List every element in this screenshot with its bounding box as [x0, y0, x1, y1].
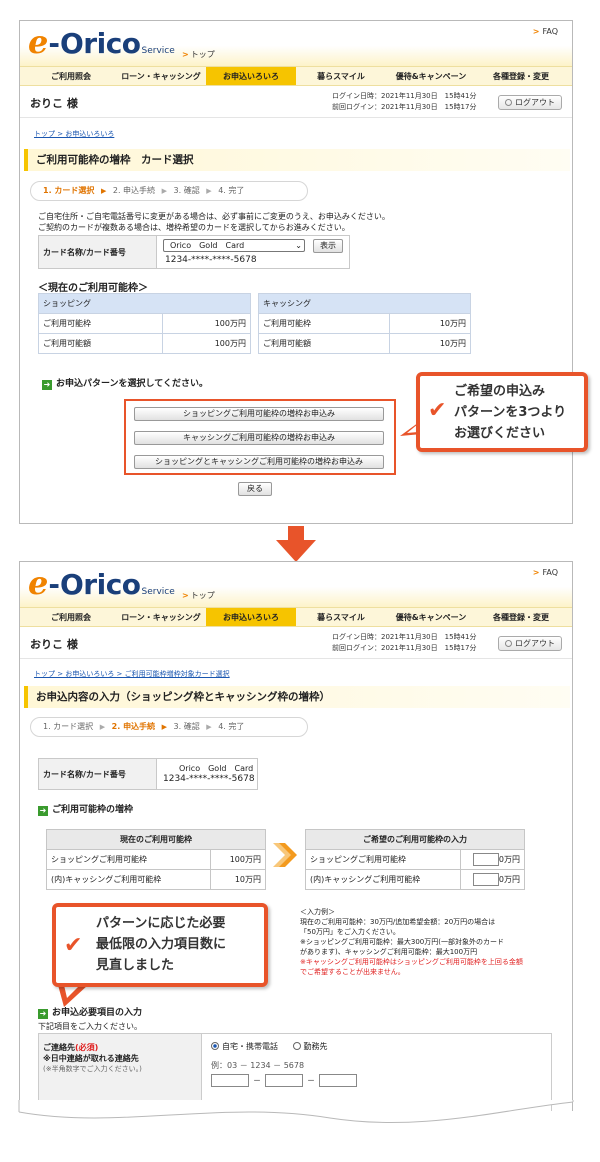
current-limit-table: 現在のご利用可能枠 ショッピングご利用可能枠 100万円 (内)キャッシングご利用… [46, 829, 267, 890]
eorico-logo[interactable]: e-OricoService [28, 26, 175, 58]
shopping-limit-input[interactable] [472, 853, 499, 866]
nav-applications[interactable]: お申込いろいろ [206, 608, 296, 626]
contact-type-radios: 自宅・携帯電話 勤務先 [211, 1041, 328, 1052]
logout-button[interactable]: ログアウト [498, 95, 562, 110]
card-label: カード名称/カード番号 [39, 759, 157, 789]
nav-applications[interactable]: お申込いろいろ [206, 67, 296, 85]
phone-input-1[interactable] [211, 1074, 249, 1087]
shopping-limit-table: ショッピング ご利用可能枠 100万円 ご利用可能額 100万円 [37, 293, 251, 354]
screen-application-input: e-OricoService > トップ > FAQ ご利用照会 ローン・キャッシン… [19, 561, 573, 1111]
check-icon: ✔ [64, 933, 83, 958]
top-link[interactable]: > トップ [182, 590, 215, 601]
cashing-limit-input[interactable] [472, 873, 499, 886]
faq-link[interactable]: > FAQ [533, 568, 558, 577]
chevron-right-icon: > [532, 27, 540, 36]
nav-benefits-campaigns[interactable]: 優待&キャンペーン [386, 608, 476, 626]
triangle-right-icon: ▶ [206, 723, 212, 731]
page-title: ご利用可能枠の増枠 カード選択 [24, 149, 570, 171]
power-icon [505, 99, 512, 106]
nav-registration-changes[interactable]: 各種登録・変更 [476, 608, 566, 626]
card-selector-row: カード名称/カード番号 Orico Gold Card ⌄ 表示 1234-***… [38, 235, 350, 269]
nav-usage-inquiry[interactable]: ご利用照会 [26, 608, 116, 626]
card-info-row: カード名称/カード番号 Orico Gold Card 1234-****-**… [38, 758, 258, 790]
eorico-logo[interactable]: e-OricoService [28, 567, 175, 599]
arrow-right-icon: ➜ [38, 1009, 48, 1019]
notice-address: ご自宅住所・ご自宅電話番号に変更がある場合は、必ず事前にご変更のうえ、お申込みく… [38, 212, 390, 221]
callout-reduced-fields: ✔ パターンに応じた必要 最低限の入力項目数に 見直しました [52, 903, 268, 987]
radio-unchecked-icon [292, 1042, 301, 1050]
phone-example: 例：03 － 1234 － 5678 [211, 1061, 305, 1070]
radio-checked-icon [211, 1042, 219, 1050]
radio-home[interactable]: 自宅・携帯電話 [211, 1042, 278, 1051]
faq-link[interactable]: > FAQ [533, 27, 558, 36]
global-nav: ご利用照会 ローン・キャッシング お申込いろいろ 暮らスマイル 優待&キャンペー… [20, 607, 572, 627]
breadcrumb[interactable]: トップ > お申込いろいろ > ご利用可能枠増枠対象カード選択 [34, 669, 230, 679]
required-badge: (必須) [75, 1043, 99, 1052]
page-title: お申込内容の入力（ショッピング枠とキャッシング枠の増枠） [24, 686, 570, 708]
triangle-right-icon: ▶ [161, 723, 167, 731]
radio-work[interactable]: 勤務先 [292, 1042, 328, 1051]
card-number: 1234-****-****-5678 [165, 255, 257, 265]
cashing-increase-button[interactable]: キャッシングご利用可能枠の増枠お申込み [134, 431, 384, 445]
step-indicator: 1. カード選択 ▶ 2. 申込手続 ▶ 3. 確認 ▶ 4. 完了 [30, 717, 308, 737]
chevron-down-icon: ⌄ [295, 241, 302, 250]
chevron-right-icon: > [182, 591, 189, 600]
notice-multiple-cards: ご契約のカードが複数ある場合は、増枠希望のカードを選択してからお進みください。 [38, 223, 350, 232]
nav-usage-inquiry[interactable]: ご利用照会 [26, 67, 116, 85]
check-icon: ✔ [428, 398, 447, 423]
arrow-down-icon [276, 526, 316, 562]
current-limit-heading: ＜現在のご利用可能枠＞ [38, 283, 148, 294]
required-heading: ➜ お申込必要項目の入力 [38, 1008, 143, 1019]
card-name: Orico Gold Card [179, 764, 254, 773]
logout-button[interactable]: ログアウト [498, 636, 562, 651]
desired-limit-table: ご希望のご利用可能枠の入力 ショッピングご利用可能枠 0万円 (内)キャッシングご… [305, 829, 525, 890]
site-header: e-OricoService > トップ > FAQ [20, 562, 572, 607]
triangle-right-icon: ▶ [161, 187, 167, 195]
phone-input-2[interactable] [265, 1074, 303, 1087]
nav-kurasmile[interactable]: 暮らスマイル [296, 67, 386, 85]
triangle-right-icon: ▶ [206, 187, 212, 195]
login-info: ログイン日時：2021年11月30日 15時41分 前回ログイン：2021年11… [332, 92, 477, 111]
triangle-right-icon: ▶ [100, 187, 107, 195]
site-header: e-OricoService > トップ > FAQ [20, 21, 572, 66]
callout-pointer [58, 985, 88, 1007]
breadcrumb[interactable]: トップ > お申込いろいろ [34, 129, 114, 139]
global-nav: ご利用照会 ローン・キャッシング お申込いろいろ 暮らスマイル 優待&キャンペー… [20, 66, 572, 86]
nav-loan-cashing[interactable]: ローン・キャッシング [116, 608, 206, 626]
shopping-increase-button[interactable]: ショッピングご利用可能枠の増枠お申込み [134, 407, 384, 421]
user-name: おりこ 様 [30, 638, 78, 651]
card-select[interactable]: Orico Gold Card ⌄ [163, 239, 305, 252]
nav-loan-cashing[interactable]: ローン・キャッシング [116, 67, 206, 85]
increase-heading: ➜ ご利用可能枠の増枠 [38, 805, 134, 816]
required-note: 下記項目をご入力ください。 [38, 1022, 142, 1031]
input-example: ＜入力例＞ 現在のご利用可能枠：30万円/追加希望金額：20万円の場合は 「50… [300, 908, 523, 976]
chevron-right-icon: > [182, 50, 189, 59]
arrow-right-icon: ➜ [38, 806, 48, 816]
card-label: カード名称/カード番号 [39, 236, 157, 268]
nav-kurasmile[interactable]: 暮らスマイル [296, 608, 386, 626]
chevron-right-icon [273, 843, 297, 867]
user-bar: おりこ 様 ログイン日時：2021年11月30日 15時41分 前回ログイン：2… [20, 627, 572, 659]
phone-input-3[interactable] [319, 1074, 357, 1087]
callout-pattern-choice: ✔ ご希望の申込み パターンを3つより お選びください [416, 372, 588, 452]
torn-edge [18, 1100, 574, 1124]
back-button[interactable]: 戻る [238, 482, 272, 496]
top-link[interactable]: > トップ [182, 49, 215, 60]
login-info: ログイン日時：2021年11月30日 15時41分 前回ログイン：2021年11… [332, 633, 477, 652]
chevron-right-icon: > [532, 568, 540, 577]
pattern-prompt: ➜ お申込パターンを選択してください。 [42, 379, 209, 390]
power-icon [505, 640, 512, 647]
nav-registration-changes[interactable]: 各種登録・変更 [476, 67, 566, 85]
show-button[interactable]: 表示 [313, 239, 343, 253]
triangle-right-icon: ▶ [99, 723, 106, 731]
card-number: 1234-****-****-5678 [163, 774, 255, 784]
user-bar: おりこ 様 ログイン日時：2021年11月30日 15時41分 前回ログイン：2… [20, 86, 572, 118]
cashing-limit-table: キャッシング ご利用可能枠 10万円 ご利用可能額 10万円 [257, 293, 471, 354]
arrow-right-icon: ➜ [42, 380, 52, 390]
nav-benefits-campaigns[interactable]: 優待&キャンペーン [386, 67, 476, 85]
user-name: おりこ 様 [30, 97, 78, 110]
both-increase-button[interactable]: ショッピングとキャッシングご利用可能枠の増枠お申込み [134, 455, 384, 469]
step-indicator: 1. カード選択 ▶ 2. 申込手続 ▶ 3. 確認 ▶ 4. 完了 [30, 181, 308, 201]
